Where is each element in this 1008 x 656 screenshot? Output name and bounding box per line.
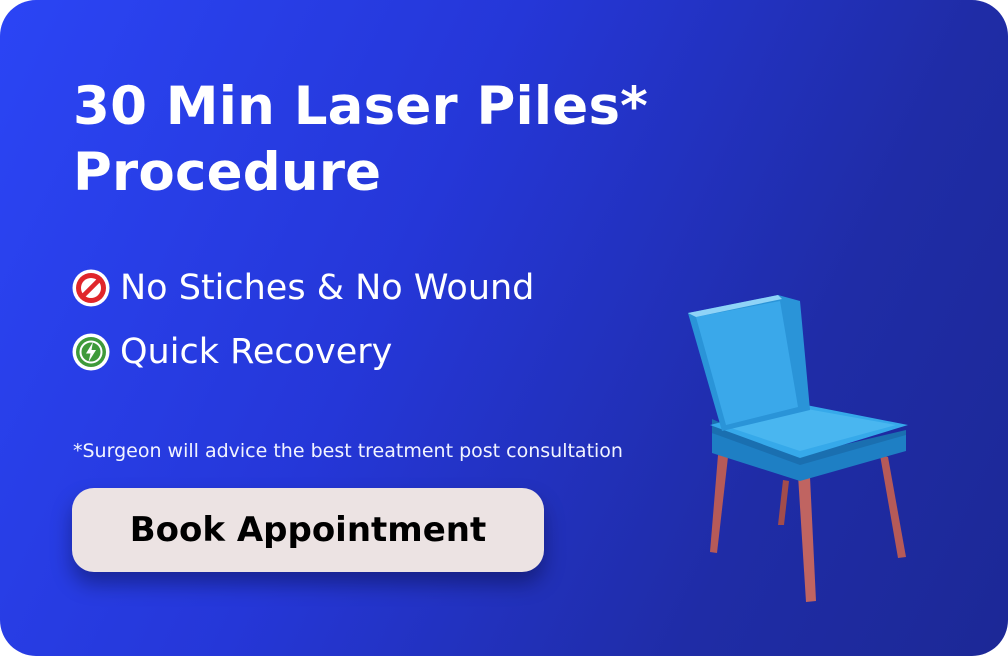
feature-item-no-stitches: No Stiches & No Wound xyxy=(72,265,534,311)
feature-list: No Stiches & No Wound Quick Recovery xyxy=(72,265,534,393)
feature-label: Quick Recovery xyxy=(120,332,393,372)
lightning-icon xyxy=(72,333,110,371)
book-appointment-button[interactable]: Book Appointment xyxy=(72,488,544,572)
disclaimer-note: *Surgeon will advice the best treatment … xyxy=(73,440,623,462)
promo-card: 30 Min Laser Piles* Procedure No Stiches… xyxy=(0,0,1008,656)
promo-title: 30 Min Laser Piles* Procedure xyxy=(73,74,648,206)
chair-icon xyxy=(688,295,908,602)
promo-title-line-2: Procedure xyxy=(73,142,382,203)
no-entry-icon xyxy=(72,269,110,307)
feature-item-quick-recovery: Quick Recovery xyxy=(72,329,534,375)
feature-label: No Stiches & No Wound xyxy=(120,268,535,308)
promo-title-line-1: 30 Min Laser Piles* xyxy=(73,76,649,137)
